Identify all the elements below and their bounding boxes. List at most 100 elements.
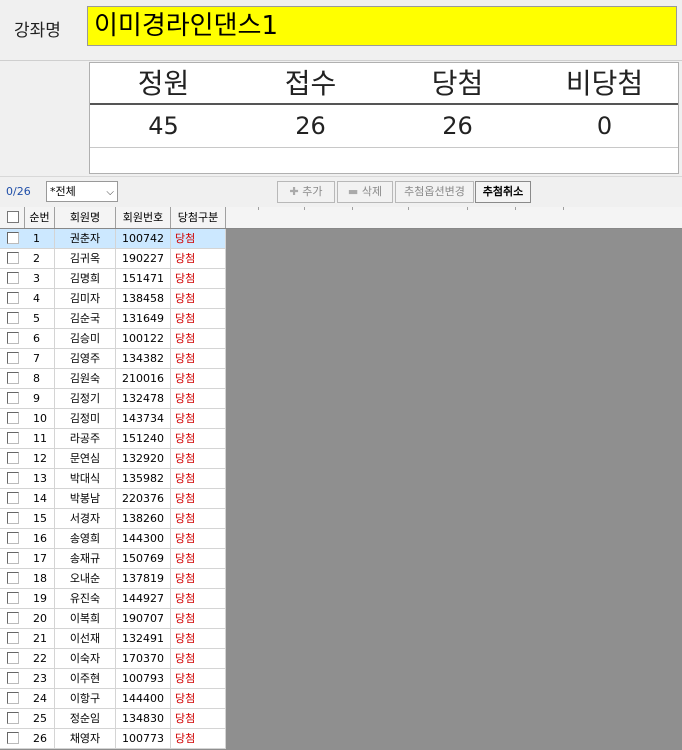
row-no: 15 [25,509,55,528]
table-row[interactable]: 7 김영주 134382 당첨 [0,349,226,369]
row-checkbox[interactable] [7,732,19,744]
row-checkbox[interactable] [7,312,19,324]
table-row[interactable]: 10 김정미 143734 당첨 [0,409,226,429]
row-checkbox[interactable] [7,472,19,484]
table-row[interactable]: 12 문연심 132920 당첨 [0,449,226,469]
row-checkbox[interactable] [7,692,19,704]
row-member-id: 132491 [116,629,171,648]
table-row[interactable]: 8 김원숙 210016 당첨 [0,369,226,389]
table-row[interactable]: 15 서경자 138260 당첨 [0,509,226,529]
summary-header-row: 정원 접수 당첨 비당첨 [90,63,678,105]
course-name-field[interactable]: 이미경라인댄스1 [87,6,677,46]
summary-header-won: 당첨 [431,67,484,100]
row-no: 3 [25,269,55,288]
minus-icon: ▬ [347,185,359,198]
change-draw-option-button[interactable]: 추첨옵션변경 [395,181,474,203]
header-draw-status[interactable]: 당첨구분 [171,207,226,228]
table-row[interactable]: 19 유진숙 144927 당첨 [0,589,226,609]
table-row[interactable]: 16 송영희 144300 당첨 [0,529,226,549]
add-button-label: 추가 [302,185,323,198]
row-member-id: 150769 [116,549,171,568]
row-checkbox[interactable] [7,232,19,244]
row-member-name: 김정기 [55,389,116,408]
row-checkbox[interactable] [7,652,19,664]
row-draw-status: 당첨 [171,549,226,568]
table-row[interactable]: 13 박대식 135982 당첨 [0,469,226,489]
row-checkbox[interactable] [7,352,19,364]
delete-button[interactable]: ▬ 삭제 [337,181,393,203]
row-checkbox[interactable] [7,392,19,404]
filter-select[interactable]: *전체 ⌵ [46,181,118,202]
table-row[interactable]: 6 김승미 100122 당첨 [0,329,226,349]
row-member-id: 190707 [116,609,171,628]
header-select-all-cell [0,207,25,228]
row-member-name: 서경자 [55,509,116,528]
header-no[interactable]: 순번 [25,207,55,228]
table-row[interactable]: 24 이항구 144400 당첨 [0,689,226,709]
row-checkbox[interactable] [7,432,19,444]
row-member-name: 송영희 [55,529,116,548]
row-checkbox[interactable] [7,672,19,684]
column-divider [408,207,409,210]
table-row[interactable]: 17 송재규 150769 당첨 [0,549,226,569]
row-checkbox[interactable] [7,552,19,564]
row-draw-status: 당첨 [171,689,226,708]
row-member-name: 박대식 [55,469,116,488]
table-row[interactable]: 23 이주현 100793 당첨 [0,669,226,689]
column-divider [563,207,564,210]
row-draw-status: 당첨 [171,449,226,468]
row-checkbox[interactable] [7,592,19,604]
table-row[interactable]: 3 김명희 151471 당첨 [0,269,226,289]
row-checkbox[interactable] [7,572,19,584]
header-member-name[interactable]: 회원명 [55,207,116,228]
row-draw-status: 당첨 [171,629,226,648]
row-checkbox[interactable] [7,532,19,544]
row-checkbox[interactable] [7,372,19,384]
table-row[interactable]: 26 채영자 100773 당첨 [0,729,226,749]
summary-header-not-won: 비당첨 [565,67,644,100]
row-member-id: 100122 [116,329,171,348]
row-checkbox[interactable] [7,332,19,344]
table-row[interactable]: 21 이선재 132491 당첨 [0,629,226,649]
table-row[interactable]: 20 이복희 190707 당첨 [0,609,226,629]
cancel-draw-button[interactable]: 추첨취소 [475,181,531,203]
row-checkbox[interactable] [7,272,19,284]
row-checkbox[interactable] [7,292,19,304]
summary-value-capacity: 45 [148,112,179,140]
row-checkbox[interactable] [7,612,19,624]
table-row[interactable]: 25 정순임 134830 당첨 [0,709,226,729]
row-member-name: 김미자 [55,289,116,308]
row-checkbox[interactable] [7,452,19,464]
row-no: 9 [25,389,55,408]
table-row[interactable]: 2 김귀옥 190227 당첨 [0,249,226,269]
table-row[interactable]: 22 이숙자 170370 당첨 [0,649,226,669]
table-row[interactable]: 9 김정기 132478 당첨 [0,389,226,409]
table-row[interactable]: 1 권춘자 100742 당첨 [0,229,226,249]
table-row[interactable]: 18 오내순 137819 당첨 [0,569,226,589]
row-no: 2 [25,249,55,268]
row-member-id: 220376 [116,489,171,508]
row-member-name: 김승미 [55,329,116,348]
row-member-id: 137819 [116,569,171,588]
table-row[interactable]: 14 박봉남 220376 당첨 [0,489,226,509]
row-no: 16 [25,529,55,548]
divider [0,60,682,61]
header-member-id[interactable]: 회원번호 [116,207,171,228]
row-member-name: 이주현 [55,669,116,688]
row-no: 26 [25,729,55,748]
table-row[interactable]: 11 라공주 151240 당첨 [0,429,226,449]
row-checkbox[interactable] [7,632,19,644]
row-checkbox[interactable] [7,492,19,504]
row-checkbox[interactable] [7,712,19,724]
delete-button-label: 삭제 [361,185,383,198]
filter-select-value: *전체 [50,185,76,198]
row-draw-status: 당첨 [171,589,226,608]
add-button[interactable]: ✚ 추가 [277,181,335,203]
table-row[interactable]: 4 김미자 138458 당첨 [0,289,226,309]
row-checkbox[interactable] [7,512,19,524]
summary-value-applied: 26 [295,112,326,140]
table-row[interactable]: 5 김순국 131649 당첨 [0,309,226,329]
row-checkbox[interactable] [7,412,19,424]
select-all-checkbox[interactable] [7,211,19,223]
row-checkbox[interactable] [7,252,19,264]
